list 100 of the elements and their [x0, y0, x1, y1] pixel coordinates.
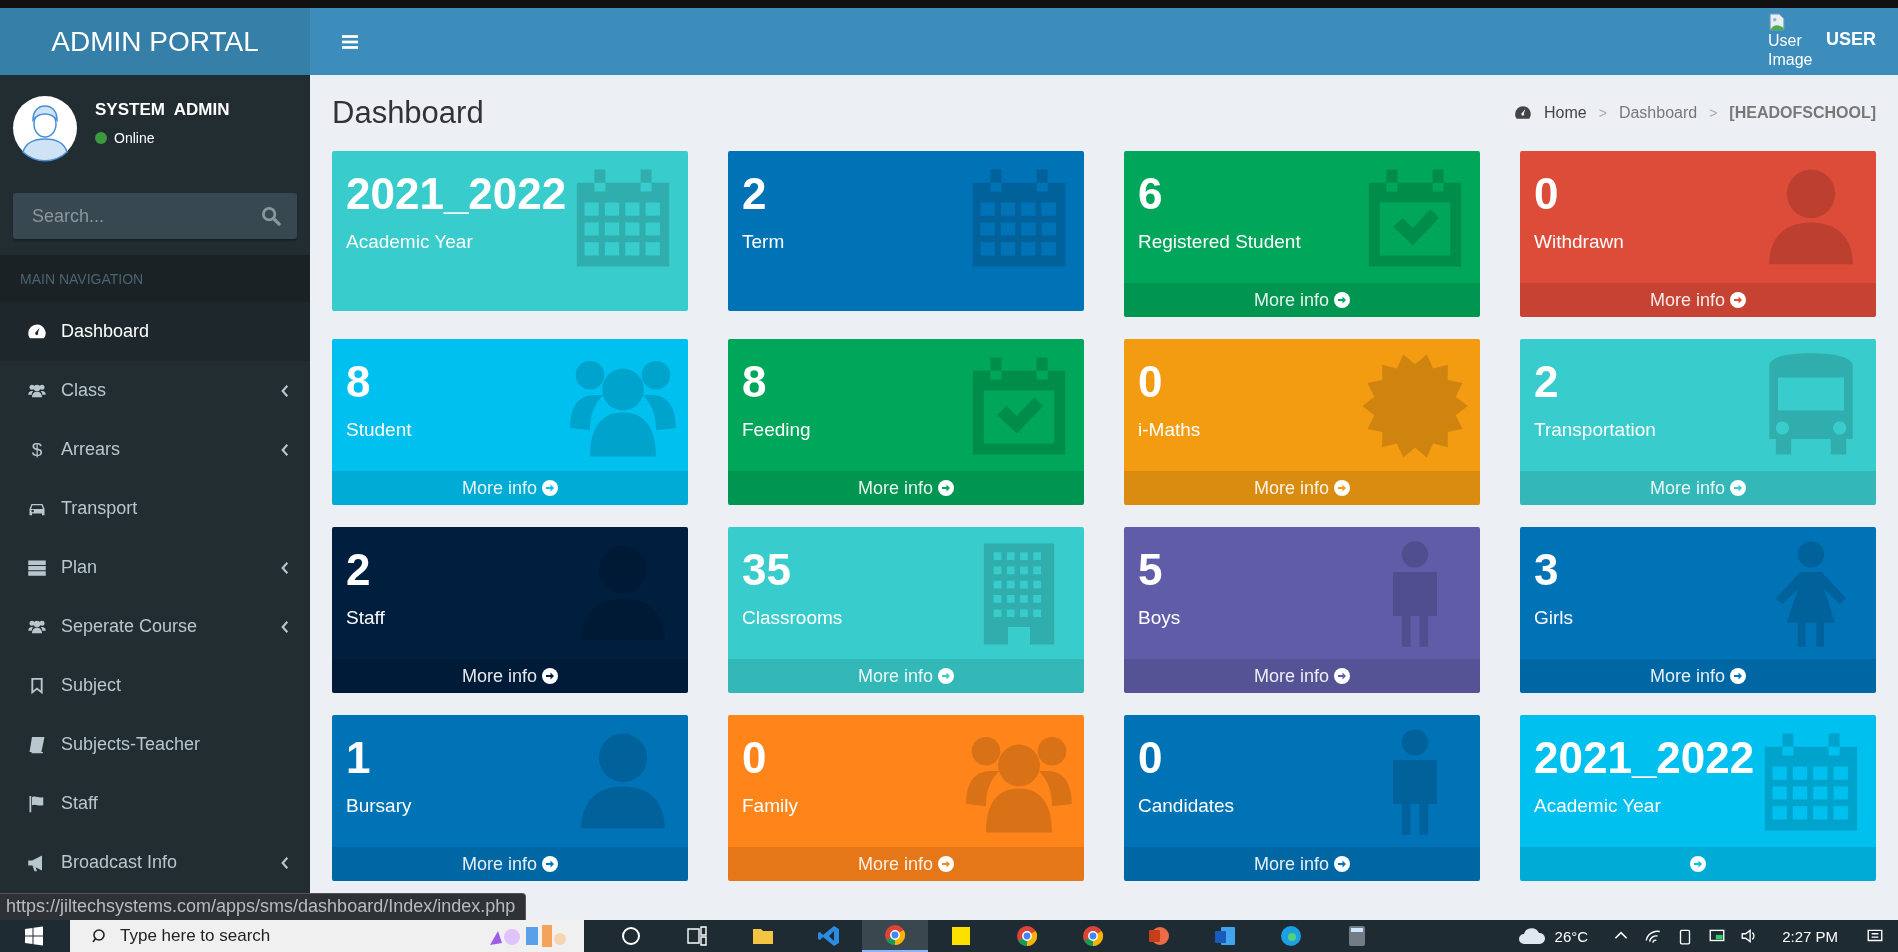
stat-label: Withdrawn — [1534, 231, 1624, 253]
stat-value: 8 — [346, 356, 371, 408]
note-icon — [949, 924, 973, 948]
stat-value: 0 — [1138, 732, 1163, 784]
arrow-circle-right-icon — [1334, 856, 1350, 872]
browser-icon — [1279, 924, 1303, 948]
more-info-link[interactable]: More info — [1124, 283, 1480, 317]
more-info-link[interactable]: More info — [1520, 283, 1876, 317]
stat-value: 8 — [742, 356, 767, 408]
nav-item[interactable]: Dashboard — [0, 302, 310, 361]
search-field[interactable]: Search... — [13, 193, 297, 239]
more-info-link[interactable]: More info — [1124, 847, 1480, 881]
nav-item[interactable]: Seperate Course — [0, 597, 310, 656]
stat-value: 2021_2022 — [1534, 732, 1755, 784]
more-info-link[interactable]: More info — [728, 471, 1084, 505]
arrow-circle-right-icon — [1730, 668, 1746, 684]
user-menu[interactable]: USER — [1826, 29, 1876, 50]
taskbar-search-field[interactable]: Type here to search — [70, 920, 584, 952]
stat-value: 2021_2022 — [346, 168, 567, 220]
breadcrumb-current: [HEADOFSCHOOL] — [1729, 104, 1876, 122]
arrow-circle-right-icon — [1334, 668, 1350, 684]
nav-item[interactable]: Transport — [0, 479, 310, 538]
arrow-circle-right-icon — [542, 856, 558, 872]
browser-icon — [1081, 924, 1105, 948]
stat-value: 0 — [1534, 168, 1559, 220]
nav-section-header: MAIN NAVIGATION — [0, 255, 310, 302]
nav-icon-glyph: $ — [30, 439, 44, 460]
nav-item[interactable]: Subjects-Teacher — [0, 715, 310, 774]
breadcrumb-link[interactable]: Home — [1544, 104, 1587, 122]
stat-label: Girls — [1534, 607, 1574, 629]
stat-value: 1 — [346, 732, 371, 784]
chevron-left-icon — [280, 619, 290, 634]
menu-icon[interactable] — [342, 34, 358, 49]
arrow-circle-right-icon — [1730, 480, 1746, 496]
more-info-link[interactable]: More info — [332, 847, 688, 881]
arrow-circle-right-icon — [542, 668, 558, 684]
nav-item[interactable]: Subject — [0, 656, 310, 715]
stat-label: Student — [346, 419, 412, 441]
user-name: SYSTEM ADMIN — [95, 100, 230, 120]
slides-icon — [1147, 924, 1171, 948]
arrow-circle-right-icon — [1730, 292, 1746, 308]
stat-label: Staff — [346, 607, 385, 629]
stat-value: 3 — [1534, 544, 1559, 596]
stat-label: i-Maths — [1138, 419, 1201, 441]
nav-item[interactable]: Broadcast Info — [0, 833, 310, 892]
page-title: Dashboard — [332, 95, 484, 131]
arrow-circle-right-icon — [938, 480, 954, 496]
code-editor-icon — [817, 924, 841, 948]
nav-item[interactable]: Staff — [0, 774, 310, 833]
arrow-circle-right-icon — [1334, 480, 1350, 496]
chevron-left-icon — [280, 855, 290, 870]
nav-item[interactable]: $ Arrears — [0, 420, 310, 479]
stat-value: 0 — [1138, 356, 1163, 408]
breadcrumb-link[interactable]: Dashboard — [1618, 104, 1698, 122]
broken-image-icon — [1768, 13, 1786, 31]
online-status-icon — [95, 132, 107, 144]
breadcrumb-separator: > — [1709, 105, 1718, 121]
chevron-left-icon — [280, 383, 290, 398]
arrow-circle-right-icon — [1334, 292, 1350, 308]
stat-label: Boys — [1138, 607, 1181, 629]
stat-value: 35 — [742, 544, 791, 596]
arrow-circle-right-icon — [1690, 856, 1706, 872]
stat-label: Term — [742, 231, 785, 253]
chevron-left-icon — [280, 442, 290, 457]
stat-value: 2 — [346, 544, 371, 596]
windows-start-icon[interactable] — [24, 926, 44, 946]
brand-title[interactable]: ADMIN PORTAL — [0, 8, 310, 75]
stat-label: Classrooms — [742, 607, 843, 629]
circle-icon — [619, 924, 643, 948]
user-status: Online — [114, 130, 155, 146]
stat-label: Bursary — [346, 795, 412, 817]
arrow-circle-right-icon — [938, 856, 954, 872]
browser-taskbar-button[interactable] — [862, 920, 928, 952]
arrow-circle-right-icon — [542, 480, 558, 496]
gauge-icon — [1514, 104, 1532, 122]
stat-label: Academic Year — [346, 231, 473, 253]
arrow-circle-right-icon — [938, 668, 954, 684]
search-icon[interactable] — [261, 206, 281, 226]
stat-value: 2 — [742, 168, 767, 220]
cloud-icon — [1516, 926, 1547, 946]
stat-label: Transportation — [1534, 419, 1656, 441]
nav-item[interactable]: Class — [0, 361, 310, 420]
document-icon — [1213, 924, 1237, 948]
status-url: https://jiltechsystems.com/apps/sms/dashboard/Index/index.php — [0, 893, 527, 920]
stat-label: Registered Student — [1138, 231, 1301, 253]
weather-temperature: 26°C — [1554, 927, 1589, 945]
search-icon — [92, 928, 108, 944]
stat-value: 5 — [1138, 544, 1163, 596]
browser-icon — [1015, 924, 1039, 948]
breadcrumb-separator: > — [1598, 105, 1607, 121]
more-info-link[interactable]: More info — [332, 659, 688, 693]
more-info-link[interactable]: More info — [1124, 659, 1480, 693]
nav-item[interactable]: Plan — [0, 538, 310, 597]
browser-icon — [883, 923, 907, 947]
clock-time[interactable]: 2:27 PM — [1782, 927, 1838, 945]
stat-label: Candidates — [1138, 795, 1235, 817]
stat-value: 6 — [1138, 168, 1163, 220]
stat-label: Academic Year — [1534, 795, 1661, 817]
more-info-link[interactable]: More info — [1520, 659, 1876, 693]
stat-label: Family — [742, 795, 798, 817]
